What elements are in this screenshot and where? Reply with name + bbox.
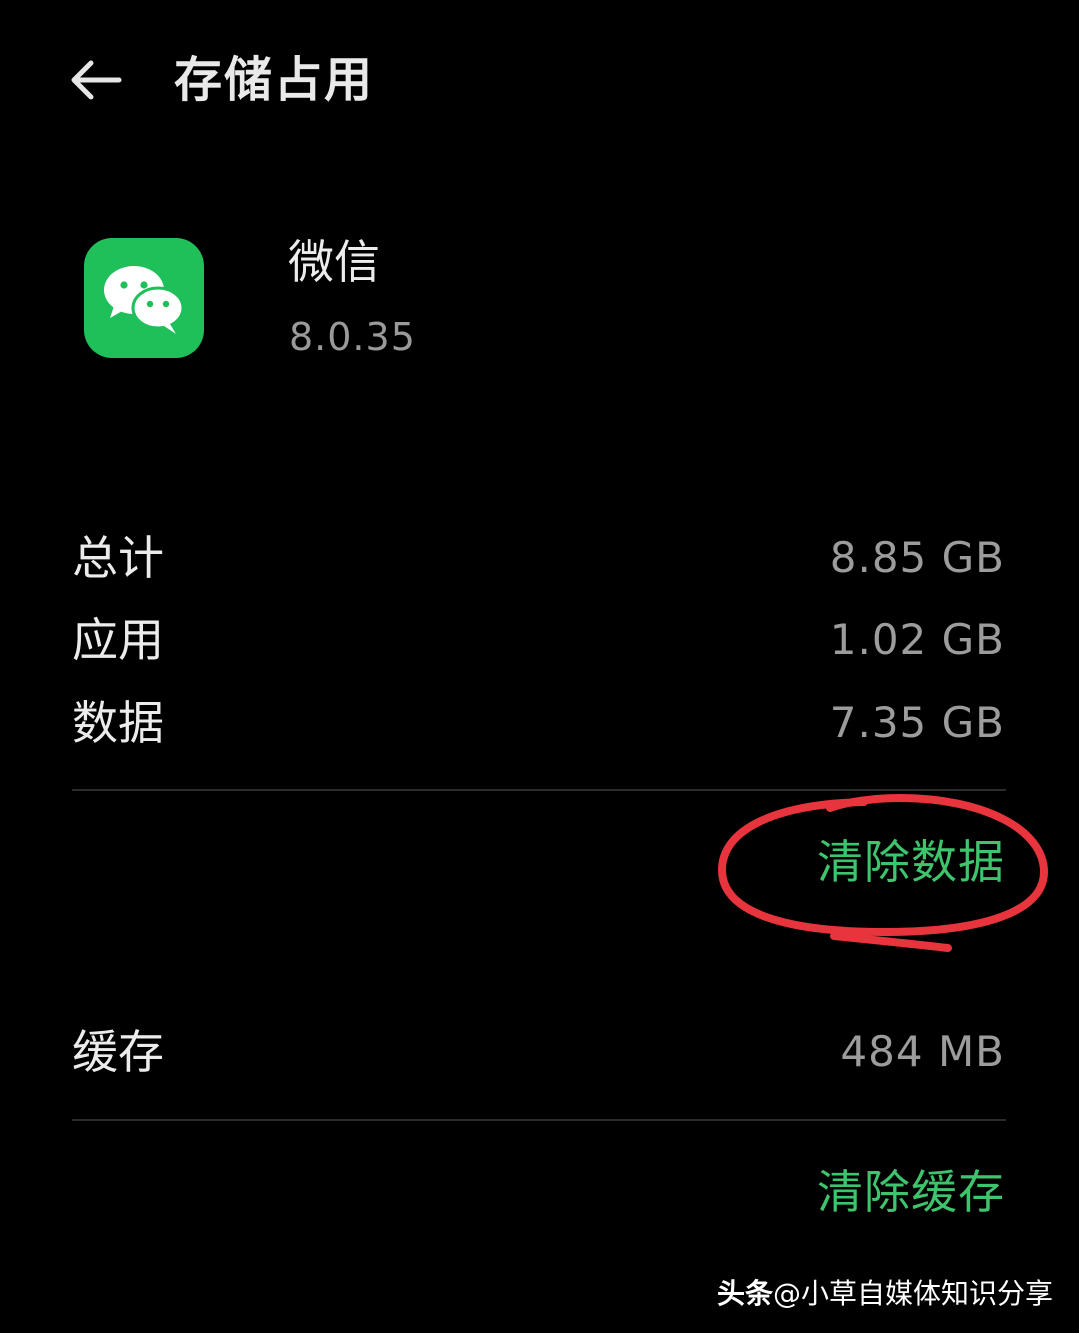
back-button[interactable] [62, 52, 128, 108]
data-size-value: 7.35 GB [829, 698, 1005, 747]
cache-value: 484 MB [840, 1027, 1005, 1076]
app-size-label: 应用 [72, 613, 164, 667]
total-label: 总计 [72, 531, 164, 585]
app-version: 8.0.35 [289, 315, 416, 359]
data-size-label: 数据 [72, 696, 164, 750]
back-arrow-icon [71, 60, 122, 100]
divider [72, 789, 1006, 791]
cache-label: 缓存 [72, 1025, 164, 1079]
watermark-brand: 头条 [716, 1277, 773, 1310]
clear-data-button[interactable]: 清除数据 [817, 830, 1005, 894]
total-value: 8.85 GB [829, 533, 1005, 582]
wechat-app-icon [84, 238, 204, 358]
clear-cache-button[interactable]: 清除缓存 [817, 1160, 1005, 1224]
watermark: 头条@小草自媒体知识分享 [717, 1274, 1053, 1314]
page-title: 存储占用 [174, 52, 375, 108]
divider [72, 1119, 1006, 1121]
watermark-text: @小草自媒体知识分享 [772, 1277, 1053, 1310]
app-size-value: 1.02 GB [829, 615, 1005, 664]
app-name: 微信 [288, 235, 380, 289]
